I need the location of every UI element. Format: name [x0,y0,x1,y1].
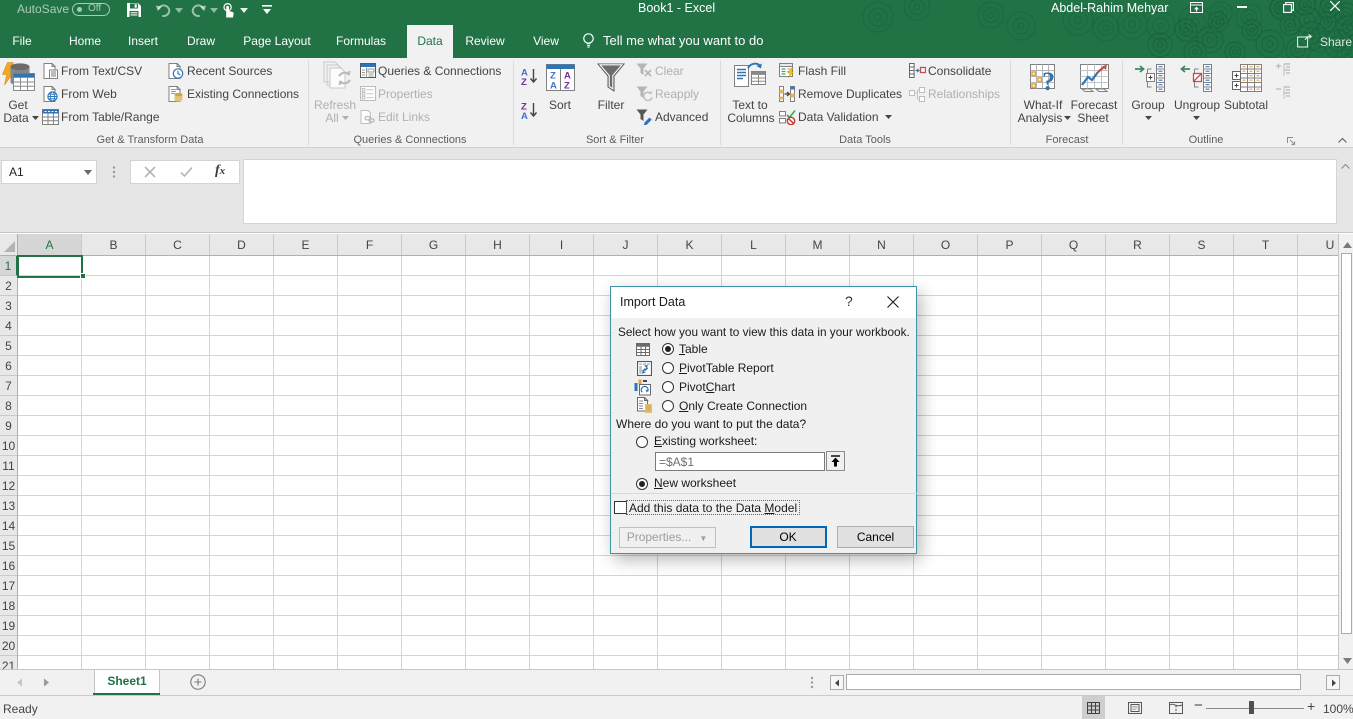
svg-text:A: A [550,81,557,92]
svg-text:A: A [521,111,528,120]
svg-text:Z: Z [521,77,527,86]
svg-text:Z: Z [564,81,570,92]
svg-text:?: ? [1042,67,1055,92]
